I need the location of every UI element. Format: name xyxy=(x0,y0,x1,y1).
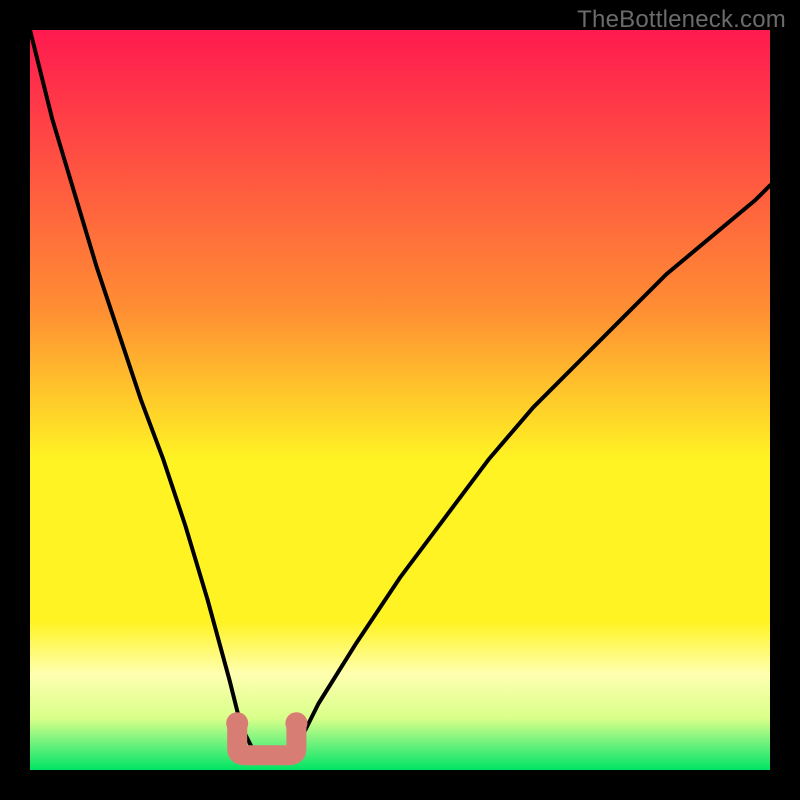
optimal-region-endpoint xyxy=(285,712,307,734)
bottleneck-chart-svg xyxy=(0,0,800,800)
watermark-text: TheBottleneck.com xyxy=(577,6,786,34)
chart-frame: TheBottleneck.com xyxy=(0,0,800,800)
optimal-region-endpoint xyxy=(226,712,248,734)
